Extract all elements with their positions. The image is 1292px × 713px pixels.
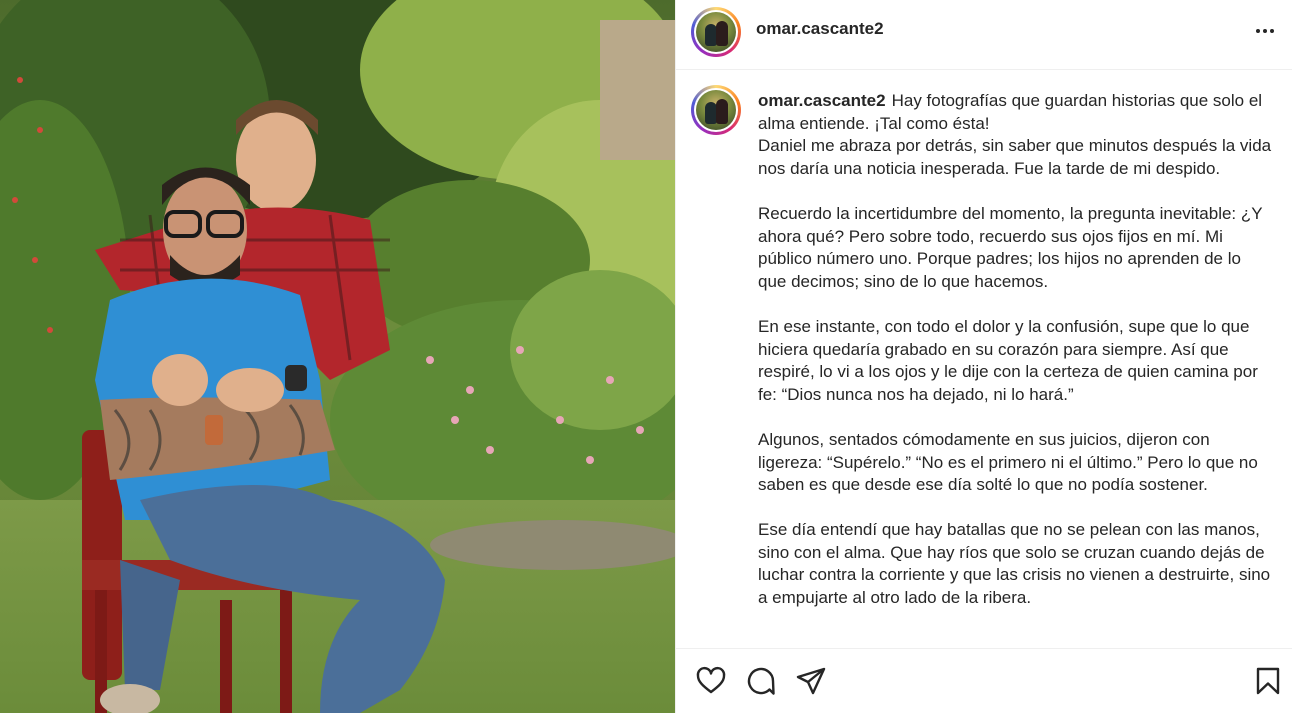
header-avatar[interactable] [691,7,741,57]
caption-area[interactable]: omar.cascante2 Hay fotografías que guarda… [676,70,1292,648]
comment-icon[interactable] [745,665,777,697]
header-username[interactable]: omar.cascante2 [756,19,884,39]
heart-icon[interactable] [695,665,727,697]
caption-username[interactable]: omar.cascante2 [758,91,886,110]
caption-paragraph: Algunos, sentados cómodamente en sus jui… [758,429,1258,495]
post-panel: omar.cascante2 omar.cascante2 Hay fotogra… [675,0,1292,713]
more-options-icon[interactable] [1248,18,1282,44]
post-caption: omar.cascante2 Hay fotografías que guarda… [758,90,1273,632]
caption-paragraph: Recuerdo la incertidumbre del momento, l… [758,203,1263,291]
caption-paragraph: Ese día entendí que hay batallas que no … [758,520,1271,608]
post-header: omar.cascante2 [676,0,1292,70]
post-image [0,0,675,713]
caption-avatar[interactable] [691,85,741,135]
action-bar [676,648,1292,713]
share-icon[interactable] [795,665,827,697]
post-photo[interactable] [0,0,675,713]
caption-first-paragraph: omar.cascante2 Hay fotografías que guarda… [758,90,1273,180]
caption-paragraph: En ese instante, con todo el dolor y la … [758,316,1258,404]
bookmark-icon[interactable] [1252,665,1284,697]
